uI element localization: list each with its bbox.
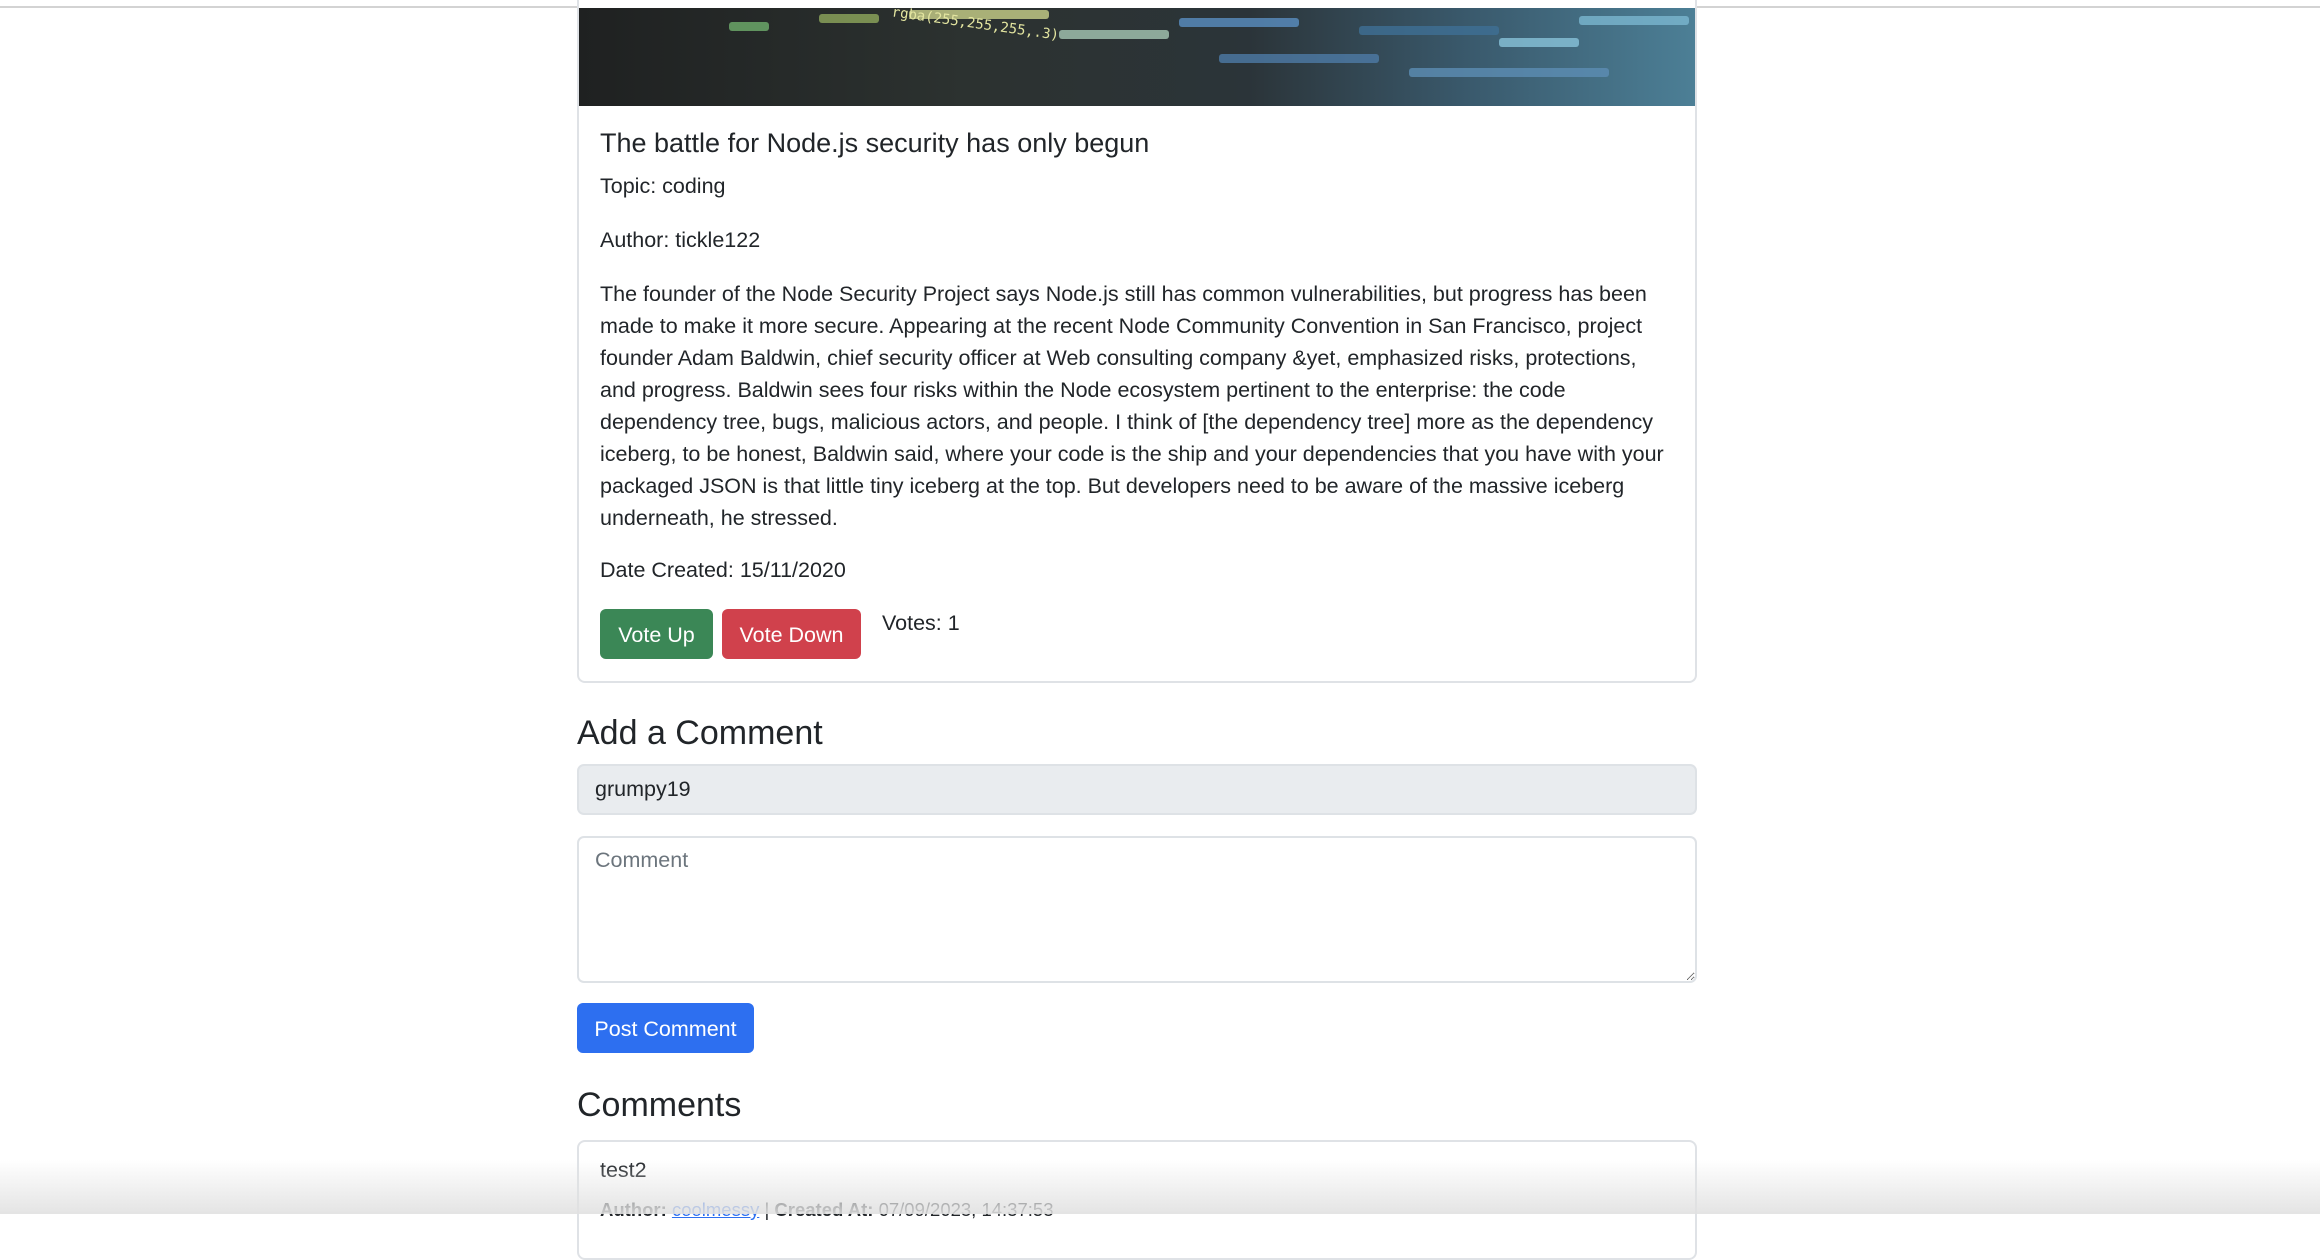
add-comment-heading: Add a Comment bbox=[577, 714, 823, 752]
post-container: rgba(255,255,255,.3) The battle for Node… bbox=[577, 0, 1697, 1260]
comment-created-label: Created At: bbox=[774, 1199, 874, 1220]
comment-author-field[interactable] bbox=[577, 764, 1697, 815]
comment-author-link[interactable]: coolmessy bbox=[672, 1199, 759, 1220]
post-comment-button[interactable]: Post Comment bbox=[577, 1003, 754, 1053]
comments-heading: Comments bbox=[577, 1086, 742, 1124]
post-body-text: The founder of the Node Security Project… bbox=[600, 282, 1664, 530]
post-topic: Topic: coding bbox=[600, 174, 726, 198]
post-card: rgba(255,255,255,.3) The battle for Node… bbox=[577, 0, 1697, 683]
post-hero-image: rgba(255,255,255,.3) bbox=[579, 8, 1695, 106]
comment-text: test2 bbox=[600, 1158, 647, 1182]
vote-up-button[interactable]: Vote Up bbox=[600, 609, 713, 659]
comment-meta-separator: | bbox=[764, 1199, 770, 1220]
vote-count: Votes: 1 bbox=[882, 611, 960, 635]
post-date-created: Date Created: 15/11/2020 bbox=[600, 558, 846, 582]
vote-down-button[interactable]: Vote Down bbox=[722, 609, 861, 659]
post-title: The battle for Node.js security has only… bbox=[600, 128, 1150, 158]
comment-created-at: 07/09/2023, 14:37:53 bbox=[878, 1199, 1054, 1220]
comment-meta: Author: coolmessy | Created At: 07/09/20… bbox=[600, 1199, 1053, 1221]
post-author: Author: tickle122 bbox=[600, 228, 761, 252]
comment-card: test2 Author: coolmessy | Created At: 07… bbox=[577, 1140, 1697, 1260]
comment-author-label: Author: bbox=[600, 1199, 667, 1220]
comment-textarea[interactable] bbox=[577, 836, 1697, 983]
